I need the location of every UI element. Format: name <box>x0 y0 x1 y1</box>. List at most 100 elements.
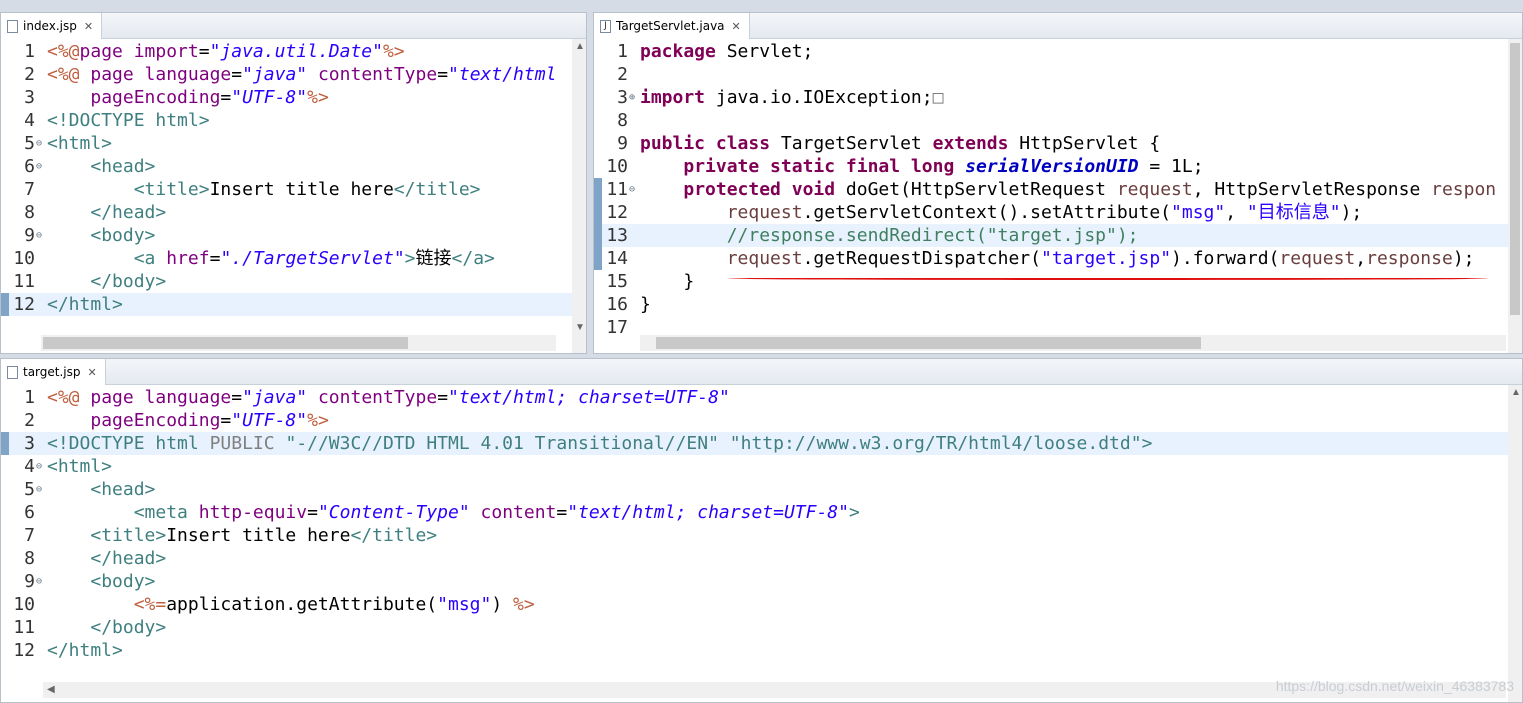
code-text[interactable]: <!DOCTYPE html> <box>47 109 210 132</box>
fold-toggle-icon[interactable]: ⊖ <box>629 178 635 201</box>
fold-toggle-icon[interactable]: ⊖ <box>36 455 42 478</box>
code-line[interactable]: 8 </head> <box>1 201 586 224</box>
code-text[interactable]: <body> <box>47 224 155 247</box>
code-line[interactable]: 11 </body> <box>1 270 586 293</box>
code-line[interactable]: 5 ⊖ <head> <box>1 478 1522 501</box>
fold-toggle-icon[interactable]: ⊖ <box>36 224 42 247</box>
code-line[interactable]: 11 ⊖ protected void doGet(HttpServletRequ… <box>594 178 1522 201</box>
scroll-up-icon[interactable]: ▲ <box>1511 387 1521 398</box>
code-text[interactable]: <head> <box>47 155 155 178</box>
code-text[interactable]: <head> <box>47 478 155 501</box>
code-line[interactable]: 8 <box>594 109 1522 132</box>
code-line[interactable]: 9 ⊖ <body> <box>1 570 1522 593</box>
code-area[interactable]: 1 <%@page import="java.util.Date"%> 2 <%@ p… <box>1 39 586 353</box>
index-jsp-editor[interactable]: index.jsp ✕ 1 <%@page import="java.util.D… <box>0 12 587 354</box>
code-text[interactable]: private static final long serialVersionU… <box>640 155 1203 178</box>
code-text[interactable]: <title>Insert title here</title> <box>47 178 481 201</box>
code-line[interactable]: 13 //response.sendRedirect("target.jsp")… <box>594 224 1508 247</box>
code-line[interactable]: 10 <a href="./TargetServlet">链接</a> <box>1 247 586 270</box>
code-text[interactable]: request.getRequestDispatcher("target.jsp… <box>640 247 1475 270</box>
code-line[interactable]: 12 </html> <box>1 639 1522 662</box>
vertical-scrollbar[interactable]: ▲ ▼ <box>572 39 586 353</box>
code-text[interactable]: </head> <box>47 201 166 224</box>
target-jsp-editor[interactable]: target.jsp ✕ 1 <%@ page language="java" c… <box>0 358 1523 703</box>
code-text[interactable]: import java.io.IOException;□ <box>640 86 943 109</box>
code-text[interactable]: </html> <box>47 639 123 662</box>
code-line[interactable]: 6 <meta http-equiv="Content-Type" conten… <box>1 501 1522 524</box>
code-area[interactable]: 1 package Servlet; 2 3 ⊕ import java.io.IOExc… <box>594 39 1522 353</box>
scroll-thumb[interactable] <box>1510 43 1520 315</box>
target-servlet-editor[interactable]: J TargetServlet.java ✕ 1 package Servlet;… <box>593 12 1523 354</box>
close-icon[interactable]: ✕ <box>732 20 741 33</box>
tab-target-servlet-java[interactable]: J TargetServlet.java ✕ <box>594 13 750 39</box>
fold-toggle-icon[interactable]: ⊖ <box>36 132 42 155</box>
code-text[interactable]: <%@ page language="java" contentType="te… <box>47 386 730 409</box>
code-text[interactable]: </body> <box>47 616 166 639</box>
horizontal-scrollbar[interactable] <box>41 335 556 351</box>
code-text[interactable]: </html> <box>47 293 123 316</box>
code-text[interactable]: <html> <box>47 132 112 155</box>
code-line[interactable]: 7 <title>Insert title here</title> <box>1 178 586 201</box>
tab-index-jsp[interactable]: index.jsp ✕ <box>1 13 103 39</box>
code-line[interactable]: 3 <!DOCTYPE html PUBLIC "-//W3C//DTD HTML… <box>1 432 1508 455</box>
code-text[interactable]: } <box>640 270 694 293</box>
scroll-down-icon[interactable]: ▼ <box>575 322 585 333</box>
code-line[interactable]: 1 package Servlet; <box>594 40 1522 63</box>
code-line[interactable]: 12 </html> <box>1 293 572 316</box>
tab-target-jsp[interactable]: target.jsp ✕ <box>1 359 106 385</box>
horizontal-scrollbar[interactable] <box>640 335 1506 351</box>
code-text[interactable]: <body> <box>47 570 155 593</box>
code-text[interactable]: public class TargetServlet extends HttpS… <box>640 132 1160 155</box>
code-text[interactable]: } <box>640 293 651 316</box>
code-line[interactable]: 12 request.getServletContext().setAttrib… <box>594 201 1522 224</box>
code-text[interactable]: <%@page import="java.util.Date"%> <box>47 40 405 63</box>
code-line[interactable]: 3 ⊕ import java.io.IOException;□ <box>594 86 1522 109</box>
code-line[interactable]: 7 <title>Insert title here</title> <box>1 524 1522 547</box>
code-text[interactable]: pageEncoding="UTF-8"%> <box>47 409 328 432</box>
code-line[interactable]: 3 pageEncoding="UTF-8"%> <box>1 86 586 109</box>
code-line[interactable]: 2 <%@ page language="java" contentType="t… <box>1 63 586 86</box>
code-area[interactable]: 1 <%@ page language="java" contentType="t… <box>1 385 1522 702</box>
code-text[interactable]: package Servlet; <box>640 40 813 63</box>
code-line[interactable]: 15 } <box>594 270 1522 293</box>
code-line[interactable]: 16} <box>594 293 1522 316</box>
code-text[interactable]: pageEncoding="UTF-8"%> <box>47 86 328 109</box>
code-line[interactable]: 4 ⊖ <html> <box>1 455 1522 478</box>
code-text[interactable]: </body> <box>47 270 166 293</box>
code-text[interactable]: request.getServletContext().setAttribute… <box>640 201 1363 224</box>
code-text[interactable]: <meta http-equiv="Content-Type" content=… <box>47 501 860 524</box>
fold-toggle-icon[interactable]: ⊖ <box>36 478 42 501</box>
fold-toggle-icon[interactable]: ⊖ <box>36 155 42 178</box>
code-line[interactable]: 8 </head> <box>1 547 1522 570</box>
scroll-left-icon[interactable]: ◀ <box>47 684 55 695</box>
code-line[interactable]: 10 <%=application.getAttribute("msg") %> <box>1 593 1522 616</box>
code-text[interactable]: <%@ page language="java" contentType="te… <box>47 63 556 86</box>
scroll-thumb[interactable] <box>43 337 408 349</box>
code-text[interactable]: //response.sendRedirect("target.jsp"); <box>640 224 1139 247</box>
vertical-scrollbar[interactable] <box>1508 39 1522 353</box>
code-line[interactable]: 11 </body> <box>1 616 1522 639</box>
code-line[interactable]: 2 pageEncoding="UTF-8"%> <box>1 409 1522 432</box>
close-icon[interactable]: ✕ <box>84 20 93 33</box>
code-line[interactable]: 1 <%@ page language="java" contentType="t… <box>1 386 1522 409</box>
code-line[interactable]: 6 ⊖ <head> <box>1 155 586 178</box>
fold-toggle-icon[interactable]: ⊕ <box>629 86 635 109</box>
code-line[interactable]: 10 private static final long serialVersi… <box>594 155 1522 178</box>
code-line[interactable]: 9 ⊖ <body> <box>1 224 586 247</box>
code-text[interactable]: </head> <box>47 547 166 570</box>
code-text[interactable]: <a href="./TargetServlet">链接</a> <box>47 247 495 270</box>
code-line[interactable]: 9 public class TargetServlet extends Http… <box>594 132 1522 155</box>
scroll-thumb[interactable] <box>656 337 1201 349</box>
code-text[interactable]: protected void doGet(HttpServletRequest … <box>640 178 1496 201</box>
close-icon[interactable]: ✕ <box>88 366 97 379</box>
code-text[interactable]: <title>Insert title here</title> <box>47 524 437 547</box>
code-line[interactable]: 5 ⊖ <html> <box>1 132 586 155</box>
code-line[interactable]: 1 <%@page import="java.util.Date"%> <box>1 40 586 63</box>
code-line[interactable]: 14 request.getRequestDispatcher("target.… <box>594 247 1522 270</box>
scroll-up-icon[interactable]: ▲ <box>575 41 585 52</box>
code-text[interactable]: <%=application.getAttribute("msg") %> <box>47 593 535 616</box>
code-text[interactable]: <!DOCTYPE html PUBLIC "-//W3C//DTD HTML … <box>47 432 1152 455</box>
fold-toggle-icon[interactable]: ⊖ <box>36 570 42 593</box>
code-text[interactable]: <html> <box>47 455 112 478</box>
code-line[interactable]: 4 <!DOCTYPE html> <box>1 109 586 132</box>
